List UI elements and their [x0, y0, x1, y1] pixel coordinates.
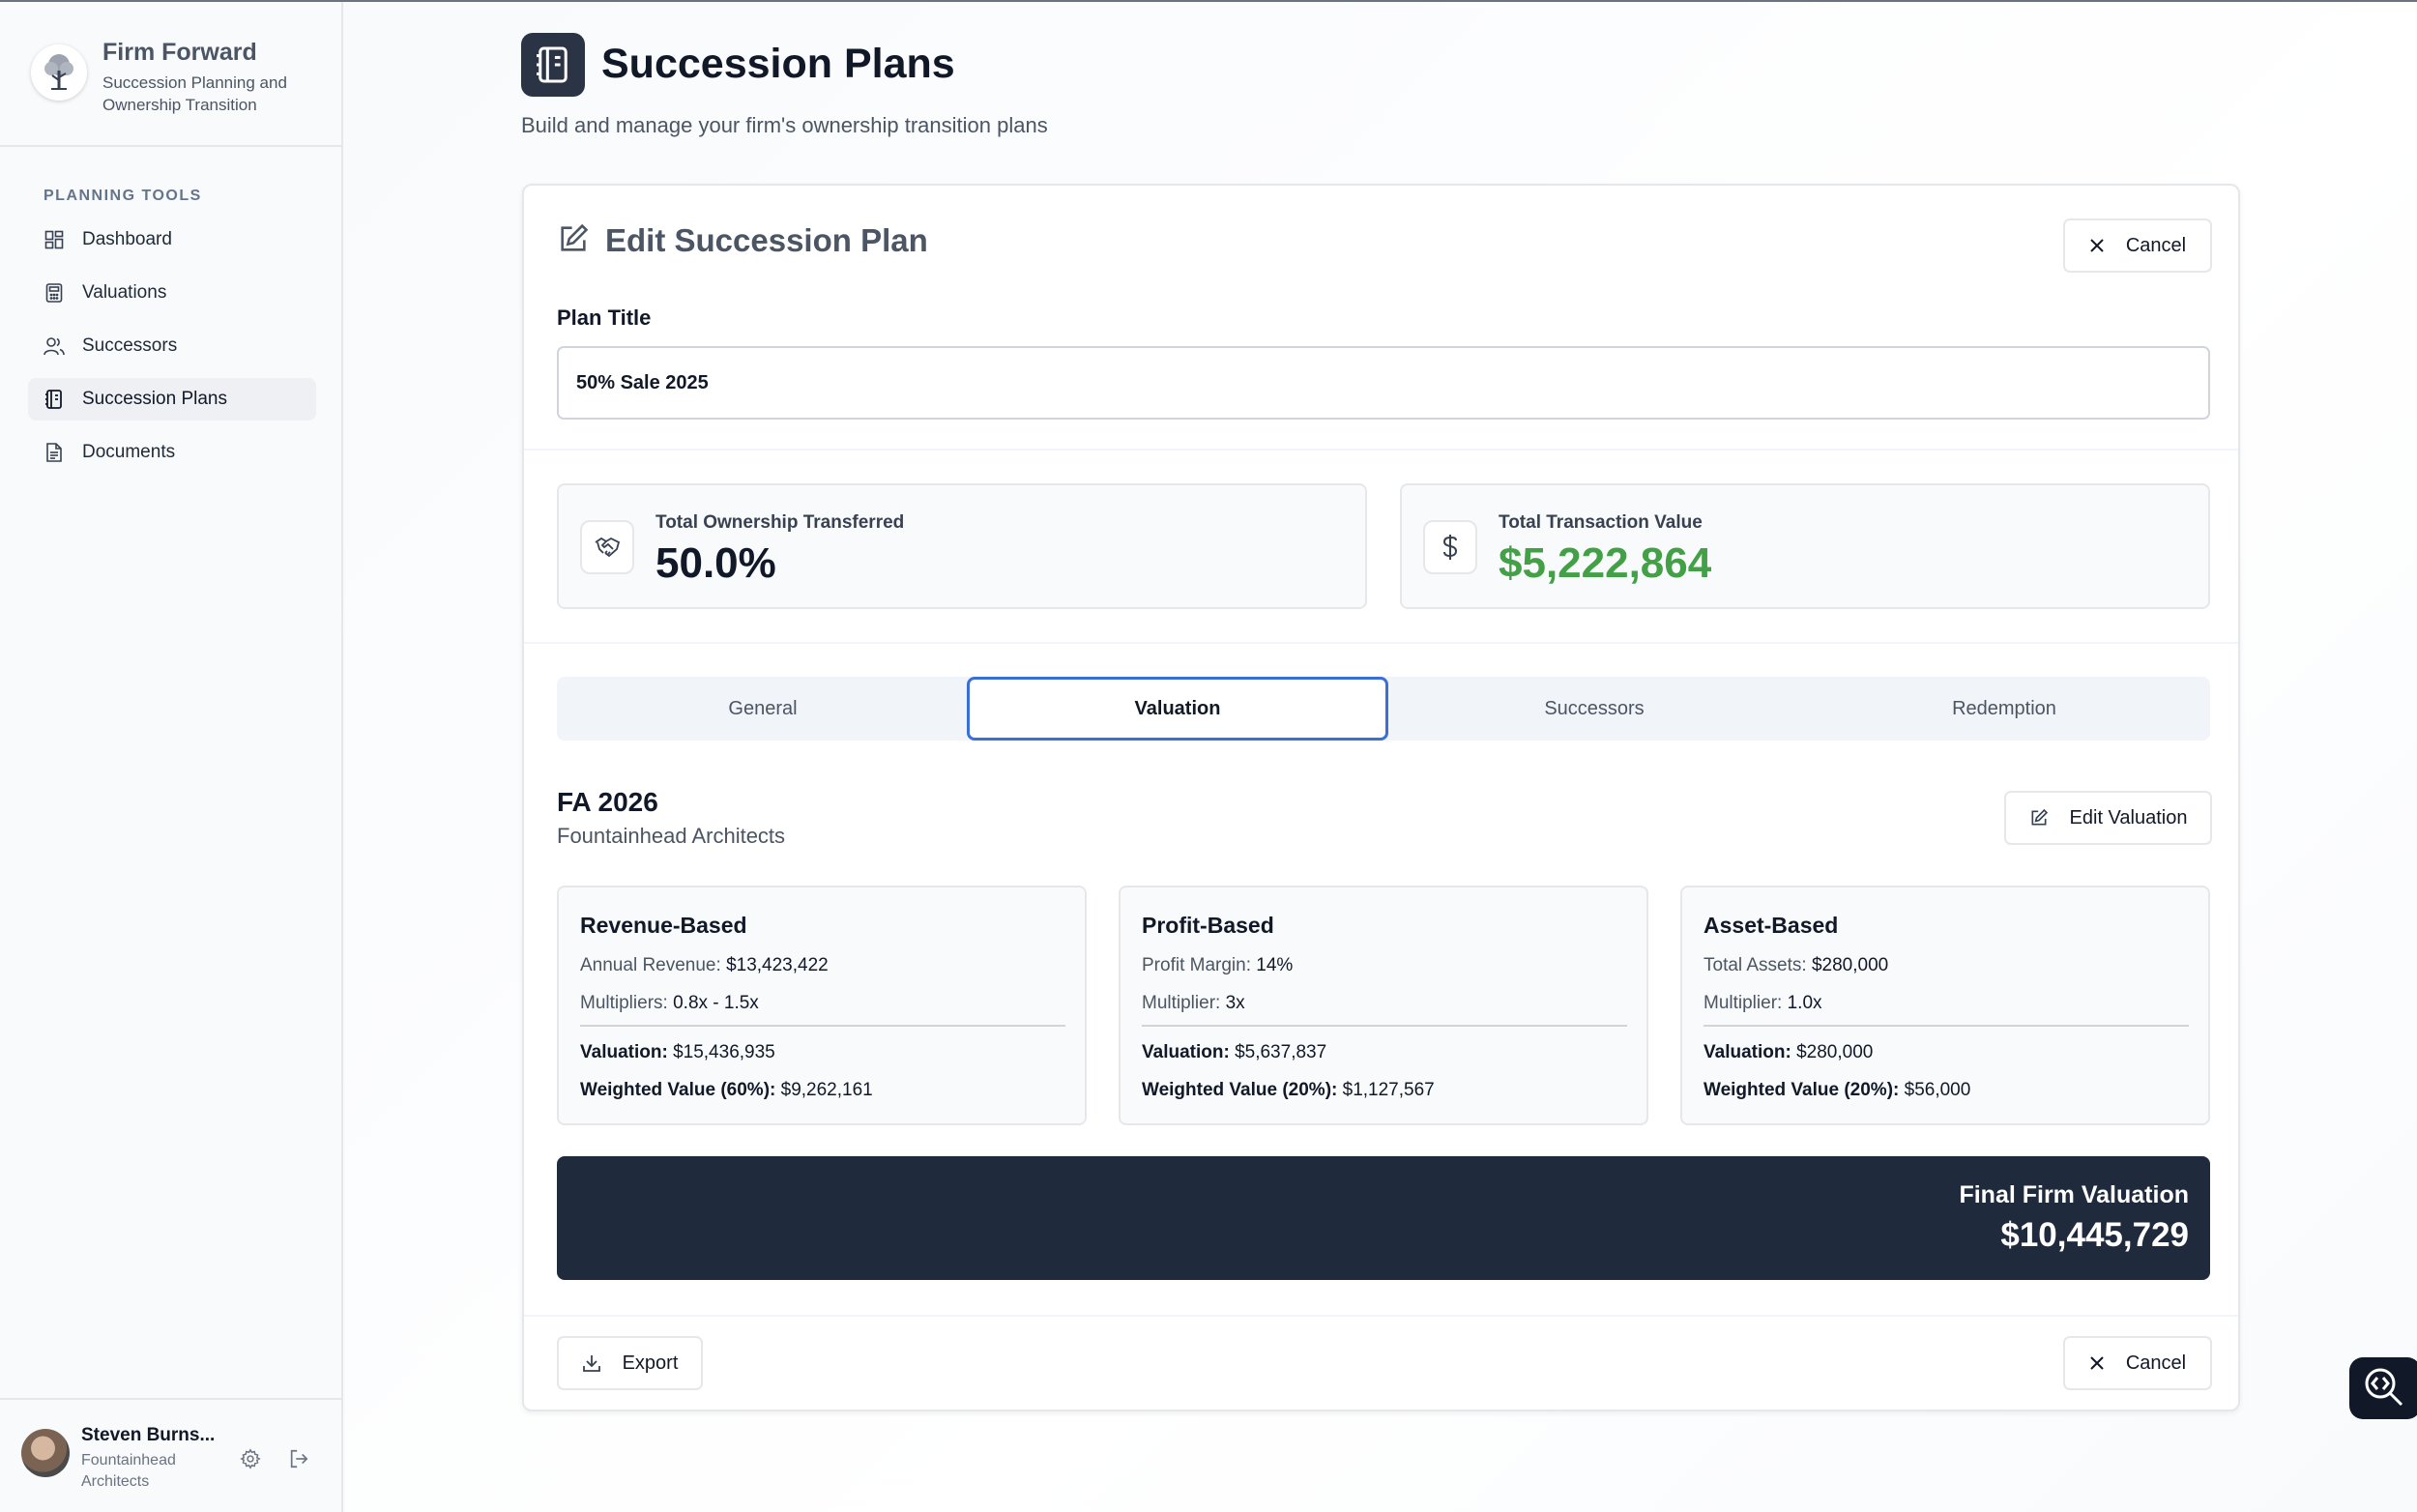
main-content: Succession Plans Build and manage your f…: [345, 2, 2417, 1512]
method-valuation: Valuation: $280,000: [1704, 1042, 1874, 1062]
method-title: Profit-Based: [1142, 913, 1274, 938]
stat-label: Total Transaction Value: [1499, 512, 1703, 533]
sidebar-item-label: Valuations: [82, 282, 167, 303]
method-card-asset: Asset-Based Total Assets: $280,000 Multi…: [1680, 886, 2210, 1125]
tree-logo-icon: [31, 44, 87, 101]
plan-tabs: General Valuation Successors Redemption: [557, 677, 2210, 741]
sidebar-item-succession-plans[interactable]: Succession Plans: [28, 378, 316, 421]
close-icon: [2089, 1355, 2105, 1371]
sidebar-item-successors[interactable]: Successors: [28, 325, 316, 367]
logout-icon[interactable]: [286, 1446, 311, 1471]
divider: [524, 1315, 2238, 1317]
users-icon: [44, 335, 65, 357]
calculator-icon: [44, 282, 65, 304]
dashboard-grid-icon: [44, 229, 65, 250]
code-search-icon: [2361, 1364, 2405, 1413]
close-icon: [2089, 238, 2105, 253]
brand-title: Firm Forward: [102, 39, 257, 66]
final-valuation-label: Final Firm Valuation: [1959, 1181, 2189, 1208]
tab-valuation[interactable]: Valuation: [967, 677, 1388, 741]
sidebar-item-valuations[interactable]: Valuations: [28, 272, 316, 314]
method-title: Asset-Based: [1704, 913, 1839, 938]
export-button[interactable]: Export: [557, 1336, 703, 1390]
avatar[interactable]: [21, 1429, 70, 1477]
download-icon: [582, 1353, 601, 1373]
edit-valuation-button[interactable]: Edit Valuation: [2004, 791, 2212, 845]
divider: [524, 642, 2238, 644]
sidebar: Firm Forward Succession Planning and Own…: [0, 2, 343, 1512]
sidebar-item-label: Succession Plans: [82, 389, 227, 409]
settings-gear-icon[interactable]: [238, 1446, 263, 1471]
method-weighted: Weighted Value (60%): $9,262,161: [580, 1080, 873, 1100]
stat-transaction-value: Total Transaction Value $5,222,864: [1400, 483, 2210, 609]
tab-redemption[interactable]: Redemption: [1798, 677, 2210, 741]
tab-general[interactable]: General: [557, 677, 969, 741]
method-line: Profit Margin: 14%: [1142, 955, 1294, 975]
divider: [524, 449, 2238, 451]
stat-label: Total Ownership Transferred: [655, 512, 905, 533]
plan-title-input[interactable]: [557, 346, 2210, 420]
method-line: Multipliers: 0.8x - 1.5x: [580, 993, 759, 1013]
valuation-name: FA 2026: [557, 787, 658, 817]
cancel-label: Cancel: [2125, 1352, 2187, 1374]
sidebar-item-documents[interactable]: Documents: [28, 431, 316, 474]
cancel-button[interactable]: Cancel: [2063, 218, 2212, 273]
sidebar-item-dashboard[interactable]: Dashboard: [28, 218, 316, 261]
user-name: Steven Burns...: [81, 1425, 216, 1445]
valuation-org: Fountainhead Architects: [557, 824, 786, 848]
method-valuation: Valuation: $15,436,935: [580, 1042, 775, 1062]
method-valuation: Valuation: $5,637,837: [1142, 1042, 1327, 1062]
footer-cancel-button[interactable]: Cancel: [2063, 1336, 2212, 1390]
stat-value: $5,222,864: [1499, 539, 1712, 587]
page-title: Succession Plans: [601, 41, 955, 87]
method-weighted: Weighted Value (20%): $56,000: [1704, 1080, 1971, 1100]
brand-header: Firm Forward Succession Planning and Own…: [0, 2, 341, 147]
page-subtitle: Build and manage your firm's ownership t…: [521, 113, 1048, 137]
edit-pencil-icon: [557, 222, 590, 255]
divider: [1704, 1025, 2189, 1027]
method-title: Revenue-Based: [580, 913, 747, 938]
divider: [1142, 1025, 1627, 1027]
document-icon: [44, 442, 65, 463]
method-card-profit: Profit-Based Profit Margin: 14% Multipli…: [1119, 886, 1648, 1125]
nav-heading: PLANNING TOOLS: [44, 188, 202, 204]
handshake-icon: [580, 520, 634, 574]
sidebar-item-label: Dashboard: [82, 229, 172, 249]
method-line: Total Assets: $280,000: [1704, 955, 1889, 975]
brand-subtitle: Succession Planning and Ownership Transi…: [102, 73, 287, 114]
sidebar-item-label: Successors: [82, 335, 178, 356]
user-org: Fountainhead Architects: [81, 1452, 176, 1490]
notebook-icon: [521, 33, 585, 97]
final-valuation-value: $10,445,729: [2000, 1216, 2189, 1254]
sidebar-item-label: Documents: [82, 442, 176, 462]
method-line: Multiplier: 3x: [1142, 993, 1245, 1013]
edit-pencil-icon: [2029, 808, 2049, 828]
stat-ownership-transferred: Total Ownership Transferred 50.0%: [557, 483, 1367, 609]
method-card-revenue: Revenue-Based Annual Revenue: $13,423,42…: [557, 886, 1087, 1125]
tab-successors[interactable]: Successors: [1388, 677, 1800, 741]
method-weighted: Weighted Value (20%): $1,127,567: [1142, 1080, 1435, 1100]
final-valuation-banner: Final Firm Valuation $10,445,729: [557, 1156, 2210, 1280]
edit-valuation-label: Edit Valuation: [2069, 806, 2188, 829]
method-line: Annual Revenue: $13,423,422: [580, 955, 829, 975]
user-profile: Steven Burns... Fountainhead Architects: [0, 1398, 341, 1512]
plan-title-label: Plan Title: [557, 305, 652, 330]
export-label: Export: [622, 1352, 679, 1374]
edit-plan-card: Edit Succession Plan Cancel Plan Title T…: [522, 184, 2240, 1411]
notebook-icon: [44, 389, 65, 410]
code-inspector-button[interactable]: [2349, 1357, 2417, 1419]
stat-value: 50.0%: [655, 539, 776, 587]
card-title: Edit Succession Plan: [605, 222, 928, 258]
cancel-label: Cancel: [2125, 234, 2187, 256]
divider: [580, 1025, 1065, 1027]
method-line: Multiplier: 1.0x: [1704, 993, 1822, 1013]
dollar-icon: [1423, 520, 1477, 574]
